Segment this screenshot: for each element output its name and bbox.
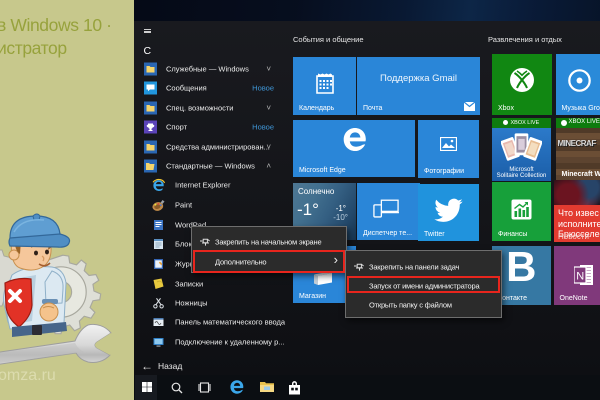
svg-text:N: N [576, 271, 584, 283]
